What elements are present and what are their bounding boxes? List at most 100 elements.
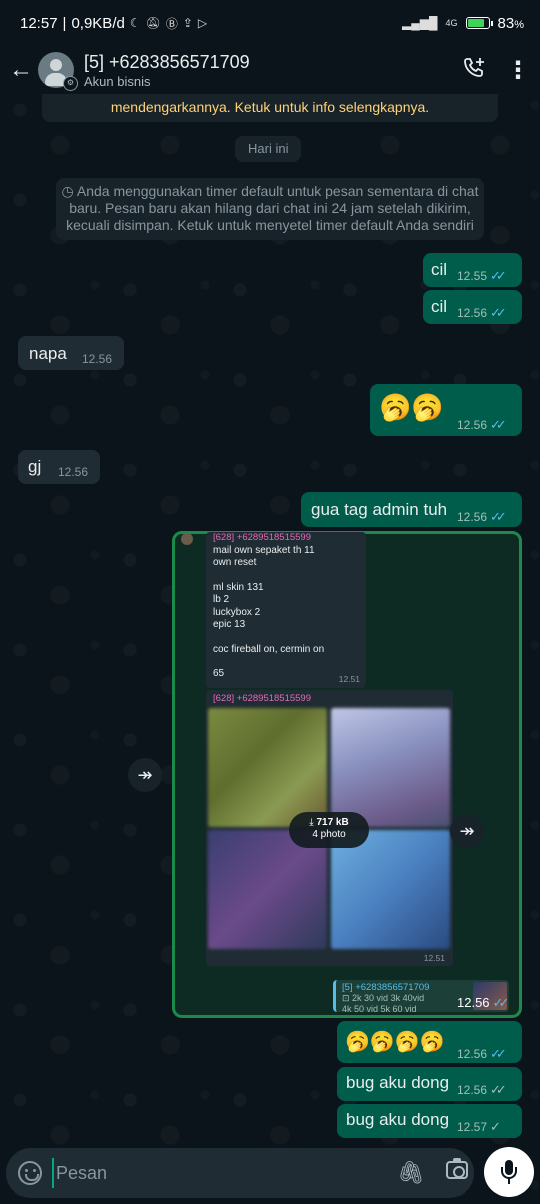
camera-icon[interactable]: [446, 1158, 468, 1179]
message-text: napa: [29, 344, 67, 363]
message-time: 12.56: [457, 510, 488, 524]
message-bubble-out[interactable]: cil 12.55 ✓✓: [423, 253, 522, 287]
message-bubble-out[interactable]: gua tag admin tuh 12.56 ✓✓: [301, 492, 522, 527]
photo-thumbnail: [331, 708, 450, 827]
quoted-line: coc fireball on, cermin on: [213, 643, 325, 655]
download-pill: ⤓ 717 kB 4 photo: [289, 812, 369, 848]
quoted-time: 12.51: [338, 673, 360, 684]
disappearing-timer-notice[interactable]: ◷ Anda menggunakan timer default untuk p…: [56, 178, 484, 240]
forwarded-text-snippet: [628] +6289518515599 mail own sepaket th…: [206, 532, 366, 688]
read-receipt-icon: ✓✓: [490, 1046, 507, 1061]
sent-receipt-icon: ✓: [490, 1119, 501, 1134]
quoted-line-gap: [213, 656, 366, 668]
message-text: 🥱🥱🥱🥱: [345, 1031, 445, 1053]
contact-subtitle: Akun bisnis: [84, 73, 151, 89]
message-meta: 12.56 ✓✓: [457, 509, 507, 525]
download-size: 717 kB: [316, 817, 349, 828]
message-meta: 12.57 ✓: [457, 1119, 501, 1135]
quoted-sender-avatar: [181, 533, 193, 545]
status-bar: 12:57 | 0,9KB/d ☾ 🔕︎ Ⓑ ⇪ ▷ ▂▄▆█ 4G 83%: [0, 0, 540, 46]
battery-percent: 83%: [498, 15, 524, 32]
forwarded-photo-album: [628] +6289518515599 ⤓ 717 kB 4 photo 12…: [206, 690, 453, 966]
battery-icon: [465, 17, 493, 29]
quoted-line: ml skin 131: [213, 581, 264, 593]
message-bubble-out[interactable]: 🥱🥱 12.56 ✓✓: [370, 384, 522, 436]
quoted-time: 12.51: [423, 953, 445, 963]
message-time: 12.56: [457, 1083, 488, 1097]
quoted-line-gap: [213, 570, 366, 582]
avatar[interactable]: ⚙: [38, 52, 78, 91]
message-bubble-out[interactable]: cil 12.56 ✓✓: [423, 290, 522, 324]
quoted-line: epic 13: [213, 619, 246, 630]
signal-icon: ▂▄▆█: [402, 16, 438, 30]
message-time: 12.56: [457, 418, 488, 432]
quoted-line: luckybox 2: [213, 606, 261, 618]
message-meta: 12.56 ✓✓: [457, 1046, 507, 1062]
message-time: 12.56: [58, 465, 89, 479]
battery-value: 83: [497, 14, 515, 32]
status-net-speed: 0,9KB/d: [71, 14, 125, 32]
forward-icon[interactable]: ↠: [128, 758, 162, 792]
delivered-receipt-icon: ✓✓: [490, 1082, 507, 1097]
mic-button[interactable]: [484, 1147, 534, 1197]
message-bubble-out[interactable]: bug aku dong 12.56 ✓✓: [337, 1067, 522, 1101]
business-badge-icon: ⚙: [63, 76, 78, 91]
battery-unit: %: [514, 18, 524, 31]
message-time: 12.57: [457, 1120, 488, 1134]
photo-count: 4 photo: [312, 829, 346, 840]
status-right: ▂▄▆█ 4G 83%: [402, 15, 524, 32]
message-bubble-out[interactable]: 🥱🥱🥱🥱 12.56 ✓✓: [337, 1021, 522, 1063]
more-options-icon[interactable]: ⋮: [496, 56, 540, 85]
read-receipt-icon: ✓✓: [490, 509, 507, 524]
encryption-notice[interactable]: mendengarkannya. Ketuk untuk info seleng…: [42, 94, 498, 122]
timer-notice-line2: baru. Pesan baru akan hilang dari chat i…: [69, 200, 471, 216]
add-call-icon[interactable]: [452, 55, 496, 85]
message-bubble-out[interactable]: bug aku dong 12.57 ✓: [337, 1104, 522, 1138]
message-time: 12.56: [457, 995, 490, 1010]
message-input[interactable]: [52, 1158, 372, 1188]
quoted-line: lb 2: [213, 594, 230, 605]
message-text: bug aku dong: [346, 1073, 450, 1092]
quoted-line: own reset: [213, 557, 257, 568]
timer-notice-line1: ◷ Anda menggunakan timer default untuk p…: [56, 183, 484, 200]
message-time: 12.55: [457, 269, 488, 283]
message-text: cil: [431, 260, 448, 279]
forward-icon[interactable]: ↠: [450, 814, 484, 848]
timer-notice-line3: kecuali disimpan. Ketuk untuk menyetel t…: [66, 217, 474, 233]
forwarded-card-meta: 12.56 ✓✓: [457, 995, 510, 1011]
message-text: gua tag admin tuh: [311, 500, 448, 519]
message-time: 12.56: [457, 1047, 488, 1061]
b-icon: Ⓑ: [165, 16, 178, 31]
back-arrow-icon[interactable]: ←: [6, 56, 36, 84]
contact-info[interactable]: [5] +6283856571709 Akun bisnis: [84, 52, 452, 89]
upload-icon: ⇪: [182, 16, 193, 30]
status-left: 12:57 | 0,9KB/d ☾ 🔕︎ Ⓑ ⇪ ▷: [20, 15, 207, 32]
emoji-icon[interactable]: [18, 1161, 42, 1185]
download-size-row: ⤓ 717 kB: [289, 817, 369, 829]
quoted-line: mail own sepaket th 11: [213, 544, 315, 556]
mute-icon: 🔕︎: [145, 16, 161, 30]
quoted-sender: [628] +6289518515599: [213, 693, 312, 704]
message-bubble-in[interactable]: napa 12.56: [18, 336, 124, 370]
message-bubble-in[interactable]: gj 12.56: [18, 450, 100, 484]
message-meta: 12.56 ✓✓: [457, 305, 507, 321]
status-time: 12:57: [20, 14, 58, 32]
message-composer: 🖇: [6, 1148, 474, 1198]
contact-name: [5] +6283856571709: [84, 51, 250, 72]
read-receipt-icon: ✓✓: [492, 995, 510, 1010]
play-icon: ▷: [197, 16, 208, 30]
mic-icon-arc: [501, 1167, 517, 1179]
avatar-head: [50, 59, 62, 71]
timer-notice-line1-text: Anda menggunakan timer default untuk pes…: [76, 183, 479, 199]
attach-icon[interactable]: 🖇: [397, 1160, 425, 1186]
message-meta: 12.56 ✓✓: [457, 1082, 507, 1098]
quoted-line-gap: [213, 632, 366, 644]
download-icon: ⤓: [309, 817, 314, 828]
message-time: 12.56: [82, 352, 113, 366]
add-call-svg: [464, 58, 484, 77]
battery-fill: [467, 19, 485, 27]
network-type-icon: 4G: [445, 18, 458, 28]
read-receipt-icon: ✓✓: [490, 305, 507, 320]
message-text: gj: [28, 457, 42, 476]
read-receipt-icon: ✓✓: [490, 268, 507, 283]
